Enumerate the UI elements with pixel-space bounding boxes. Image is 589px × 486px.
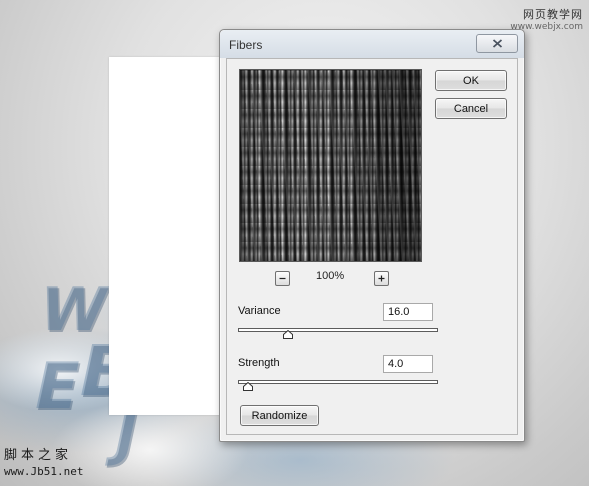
- minus-icon: [279, 277, 286, 280]
- zoom-in-button[interactable]: [374, 271, 389, 286]
- dialog-title: Fibers: [229, 38, 263, 52]
- cancel-button[interactable]: Cancel: [435, 98, 507, 119]
- variance-slider-thumb[interactable]: [283, 330, 293, 339]
- watermark-bottom: 脚本之家 www.Jb51.net: [4, 448, 83, 480]
- ok-button[interactable]: OK: [435, 70, 507, 91]
- close-button[interactable]: [476, 34, 518, 53]
- variance-label: Variance: [238, 305, 281, 317]
- strength-slider-thumb[interactable]: [243, 382, 253, 391]
- strength-slider-track[interactable]: [238, 380, 438, 384]
- watermark-bottom-title: 脚本之家: [4, 448, 73, 463]
- close-icon: [492, 39, 502, 48]
- fibers-preview[interactable]: [239, 69, 422, 262]
- document-canvas: [109, 57, 229, 415]
- dialog-titlebar[interactable]: Fibers: [220, 30, 524, 58]
- plus-icon: [378, 275, 385, 282]
- watermark-top-title: 网页教学网: [523, 8, 583, 21]
- watermark-bottom-url: www.Jb51.net: [4, 465, 84, 478]
- strength-input[interactable]: [383, 355, 433, 373]
- randomize-button[interactable]: Randomize: [240, 405, 319, 426]
- zoom-out-button[interactable]: [275, 271, 290, 286]
- variance-input[interactable]: [383, 303, 433, 321]
- strength-label: Strength: [238, 357, 280, 369]
- fibers-dialog: Fibers 100% OK Cancel Variance Strength …: [219, 29, 525, 442]
- zoom-level: 100%: [316, 270, 345, 282]
- variance-slider-track[interactable]: [238, 328, 438, 332]
